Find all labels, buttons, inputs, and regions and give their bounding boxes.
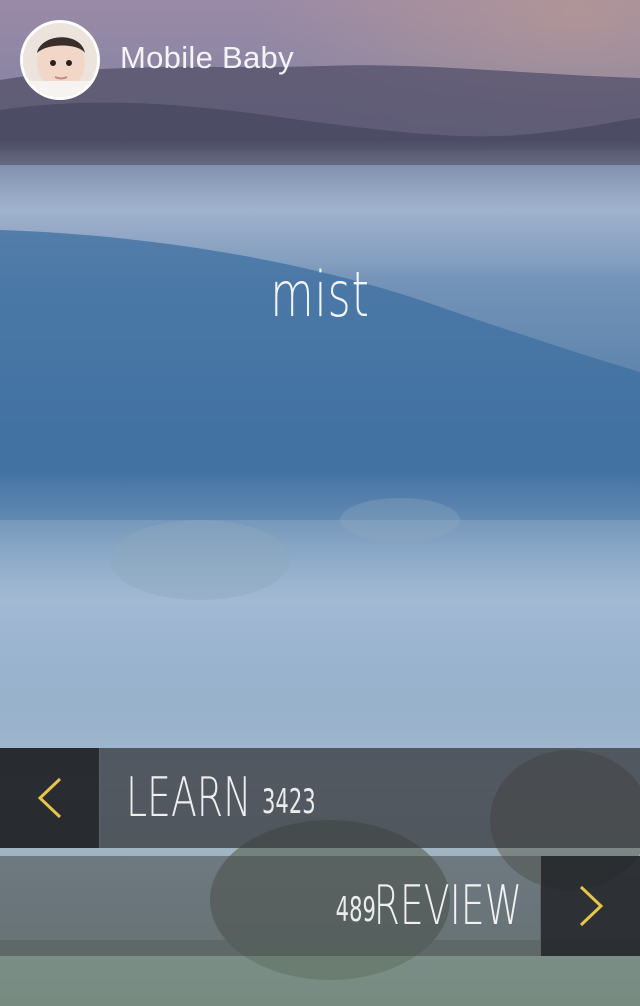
- review-bar[interactable]: REVIEW: [0, 856, 640, 956]
- chevron-left-icon: [37, 777, 62, 819]
- flashcard-screen: Mobile Baby mist LEARN 3423 REVIEW 489: [0, 0, 640, 1006]
- next-button[interactable]: [540, 856, 640, 956]
- profile-header: Mobile Baby: [0, 0, 640, 120]
- learn-bar[interactable]: LEARN: [0, 748, 640, 848]
- baby-face-icon: [23, 23, 97, 97]
- review-count: 489: [335, 890, 376, 930]
- chevron-right-icon: [579, 885, 604, 927]
- user-name: Mobile Baby: [120, 40, 294, 75]
- review-label: REVIEW: [373, 874, 522, 937]
- avatar[interactable]: [20, 20, 100, 100]
- previous-button[interactable]: [0, 748, 100, 848]
- learn-label: LEARN: [126, 766, 252, 829]
- flashcard-word: mist: [270, 258, 370, 331]
- learn-count: 3423: [262, 782, 316, 822]
